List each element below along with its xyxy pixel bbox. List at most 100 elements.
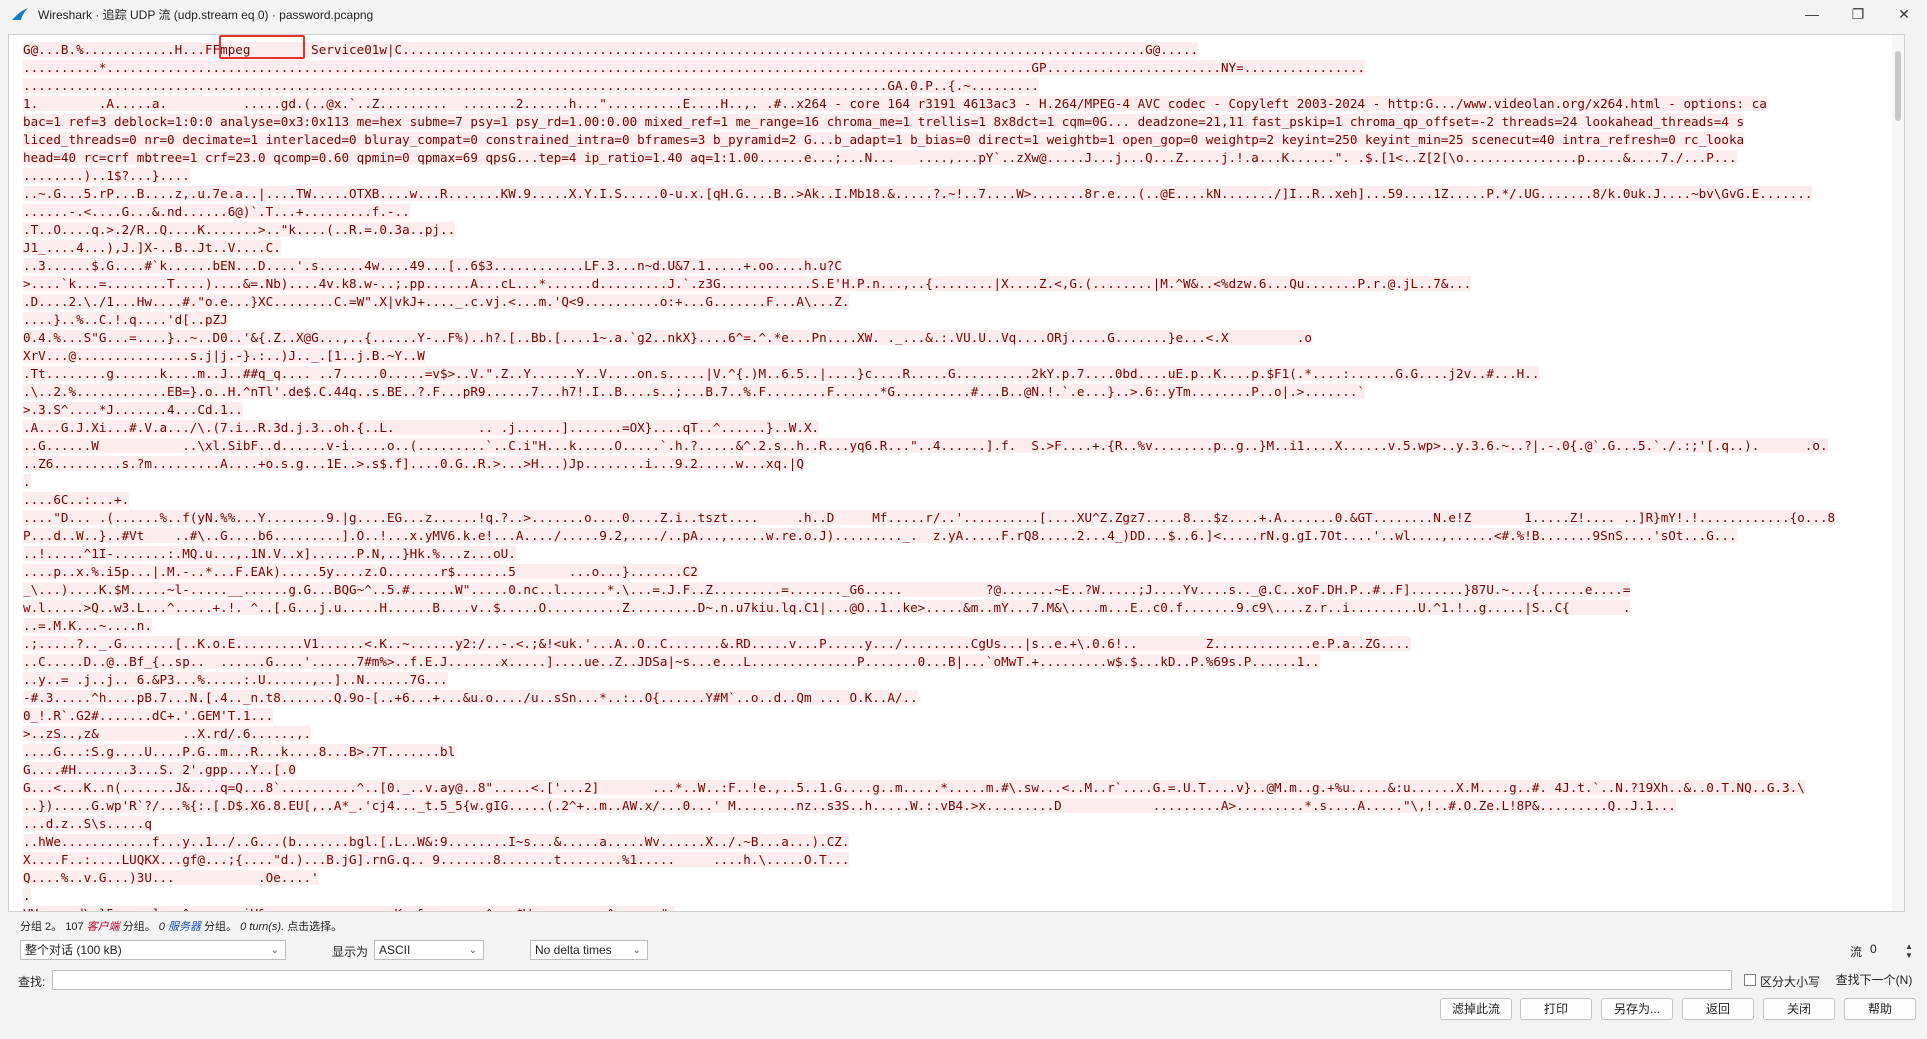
stream-line-text: >..zS..,z& ..X.rd/.6......,. (23, 726, 312, 741)
stream-line: ..C.....D..@..Bf_{..sp.. ......G....'...… (23, 653, 1903, 671)
filter-out-button[interactable]: 滤掉此流 (1440, 998, 1512, 1020)
close-button[interactable]: 关闭 (1763, 998, 1835, 1020)
find-next-button[interactable]: 查找下一个(N) (1834, 970, 1914, 992)
stream-line-text: G....#H.......3...S. 2'.gpp...Y..[.0 (23, 762, 296, 777)
stream-line: ...."D... .(......%..f(yN.%%...Y........… (23, 509, 1903, 527)
stream-line-text: liced_threads=0 nr=0 decimate=1 interlac… (23, 132, 1745, 147)
show-as-value: ASCII (379, 943, 411, 957)
case-sensitive-checkbox[interactable] (1744, 974, 1756, 986)
stream-line: .A...G.J.Xi...#.V.a.../\.(7.i..R.3d.j.3.… (23, 419, 1903, 437)
stream-line-text: ..hWe............f...y..1../..G...(b....… (23, 834, 850, 849)
stream-line-text: .A...G.J.Xi...#.V.a.../\.(7.i..R.3d.j.3.… (23, 420, 820, 435)
turns-count: 0 turn(s). (240, 921, 285, 933)
stream-line: ..~.G...5.rP...B....z,.u.7e.a..|....TW..… (23, 185, 1903, 203)
stream-line-text: .T..O....q.>.2/R..Q....K.......>.."k....… (23, 222, 456, 237)
chevron-down-icon: ⌄ (632, 945, 641, 956)
conversation-select[interactable]: 整个对话 (100 kB) ⌄ (20, 940, 286, 960)
stream-line-text: 0.4.%...S"G...=....}..~..D0..'&{.Z..X@G.… (23, 330, 1312, 345)
stream-line: G@...B.%............H...FFmpeg Service01… (23, 41, 1903, 59)
stream-line-text: ..C.....D..@..Bf_{..sp.. ......G....'...… (23, 654, 1320, 669)
stream-line: liced_threads=0 nr=0 decimate=1 interlac… (23, 131, 1903, 149)
stream-line: _\...)....K.$M.....~l-.....__......g.G..… (23, 581, 1903, 599)
stream-line: ........................................… (23, 77, 1903, 95)
stream-line: ...d.z..S\s.....q (23, 815, 1903, 833)
stream-spinner-arrows-icon[interactable]: ▲ ▼ (1902, 942, 1916, 960)
stream-line-text: ..G......W ..\xl.SibF..d......v-i.....o.… (23, 438, 1828, 453)
client-label: 客户端 (86, 921, 120, 933)
stream-line: G...<...K..n(.......J&....q=Q...8`......… (23, 779, 1903, 797)
stream-line: .\..2.%............EB=}.o..H.^nTl'.de$.C… (23, 383, 1903, 401)
stream-line-text: .;.....?.._.G.......[..K.o.E.........V1.… (23, 636, 1411, 651)
stream-line-text: w.l.....>Q..w3.L...^.....+.!. ^..[.G...j… (23, 600, 1631, 615)
stream-line-text: XrV...@...............s.j|j.-}.:..)J.._.… (23, 348, 425, 363)
delta-times-select[interactable]: No delta times ⌄ (530, 940, 648, 960)
stream-line: w.l.....>Q..w3.L...^.....+.!. ^..[.G...j… (23, 599, 1903, 617)
stream-line-text: J1_....4...),J.]X-..B..Jt..V....C. (23, 240, 281, 255)
scrollbar-thumb[interactable] (1895, 51, 1901, 121)
stream-line: ..G......W ..\xl.SibF..d......v-i.....o.… (23, 437, 1903, 455)
close-window-button[interactable]: ✕ (1881, 0, 1927, 28)
stream-line: ....}..%..C.!.q....'d[..pZJ (23, 311, 1903, 329)
delta-times-value: No delta times (535, 943, 612, 957)
stream-line: .T..O....q.>.2/R..Q....K.......>.."k....… (23, 221, 1903, 239)
stream-label: 流 (1850, 945, 1863, 959)
find-input[interactable] (52, 970, 1732, 990)
stream-line: ........)..1$?...}.... (23, 167, 1903, 185)
stream-line: >..zS..,z& ..X.rd/.6......,. (23, 725, 1903, 743)
print-button[interactable]: 打印 (1520, 998, 1592, 1020)
stream-line-text: bac=1 ref=3 deblock=1:0:0 analyse=0x3:0x… (23, 114, 1745, 129)
stream-line: XrV...@...............s.j|j.-}.:..)J.._.… (23, 347, 1903, 365)
stream-text[interactable]: G@...B.%............H...FFmpeg Service01… (23, 41, 1903, 911)
stream-line-text: .\..2.%............EB=}.o..H.^nTl'.de$.C… (23, 384, 1366, 399)
stream-line-text: ..3......$.G....#`k......bEN...D....'.s.… (23, 258, 842, 273)
minimize-button[interactable]: — (1789, 0, 1835, 28)
stream-line-text: ..Z6.........s.?m.........A....+o.s.g...… (23, 456, 804, 471)
stream-line-text: head=40 rc=crf mbtree=1 crf=23.0 qcomp=0… (23, 150, 1737, 165)
show-as-label: 显示为 (332, 945, 369, 959)
window-controls: — ❐ ✕ (1789, 0, 1927, 28)
stream-line-text: ....G...:S.g....U....P.G..m...R...k....8… (23, 744, 456, 759)
save-as-button[interactable]: 另存为... (1601, 998, 1673, 1020)
maximize-button[interactable]: ❐ (1835, 0, 1881, 28)
case-sensitive-label: 区分大小写 (1760, 975, 1821, 989)
stream-line-text: ...d.z..S\s.....q (23, 816, 152, 831)
stream-line: ....6C..:...+. (23, 491, 1903, 509)
stream-line-text: .D....2.\./1...Hw....#."o.e...}XC.......… (23, 294, 850, 309)
stream-line-text: 0_!.R`.G2#.......dC+.'.GEM'T.1... (23, 708, 274, 723)
stream-line-text: ..!.....^1I-.......:.MQ.u...,.1N.V..x]..… (23, 546, 516, 561)
vertical-scrollbar[interactable] (1892, 35, 1904, 911)
stream-line-text: . (23, 474, 31, 489)
conversation-select-value: 整个对话 (100 kB) (25, 943, 122, 957)
server-label: 服务器 (167, 921, 201, 933)
help-button[interactable]: 帮助 (1844, 998, 1916, 1020)
stream-line: G....#H.......3...S. 2'.gpp...Y..[.0 (23, 761, 1903, 779)
stream-line-text: ....6C..:...+. (23, 492, 130, 507)
stream-line-text: Q....%..v.G...)3U... .Oe....' (23, 870, 319, 885)
title-bar: Wireshark · 追踪 UDP 流 (udp.stream eq 0) ·… (0, 0, 1927, 28)
stream-line-text: .Tt........g......k....m..J..##q_q.... .… (23, 366, 1540, 381)
stream-line-text: ......-.<....G...&.nd......6@)`.T...+...… (23, 204, 410, 219)
status-prefix: 分组 2。 (20, 921, 63, 933)
back-button[interactable]: 返回 (1682, 998, 1754, 1020)
stream-line-text: VV.....d\ }5.....].>.^......piV&.......a… (23, 906, 676, 911)
stream-line: head=40 rc=crf mbtree=1 crf=23.0 qcomp=0… (23, 149, 1903, 167)
stream-content-pane[interactable]: G@...B.%............H...FFmpeg Service01… (8, 34, 1905, 912)
stream-line: .;.....?.._.G.......[..K.o.E.........V1.… (23, 635, 1903, 653)
stream-line-text: ..=.M.K...~....n. (23, 618, 152, 633)
stream-line: .Tt........g......k....m..J..##q_q.... .… (23, 365, 1903, 383)
status-suffix: 点击选择。 (287, 921, 343, 933)
show-as-select[interactable]: ASCII ⌄ (374, 940, 484, 960)
window-title: Wireshark · 追踪 UDP 流 (udp.stream eq 0) ·… (38, 7, 374, 22)
stream-line-text: G@...B.%............H...FFmpeg Service01… (23, 42, 1199, 57)
stream-line: ..........*.............................… (23, 59, 1903, 77)
status-mid2: 分组。 (204, 921, 238, 933)
stream-line-text: . (23, 888, 31, 903)
stream-number-input[interactable]: 0 (1866, 940, 1900, 960)
stream-line: ....G...:S.g....U....P.G..m...R...k....8… (23, 743, 1903, 761)
stream-line: ..!.....^1I-.......:.MQ.u...,.1N.V..x]..… (23, 545, 1903, 563)
stream-line-text: >.3.S^....*J.......4...Cd.1.. (23, 402, 243, 417)
stream-line: .D....2.\./1...Hw....#."o.e...}XC.......… (23, 293, 1903, 311)
find-row: 查找: 区分大小写 查找下一个(N) (0, 970, 1927, 992)
controls-row: 整个对话 (100 kB) ⌄ 显示为 ASCII ⌄ No delta tim… (0, 940, 1927, 964)
stream-line-text: G...<...K..n(.......J&....q=Q...8`......… (23, 780, 1805, 795)
